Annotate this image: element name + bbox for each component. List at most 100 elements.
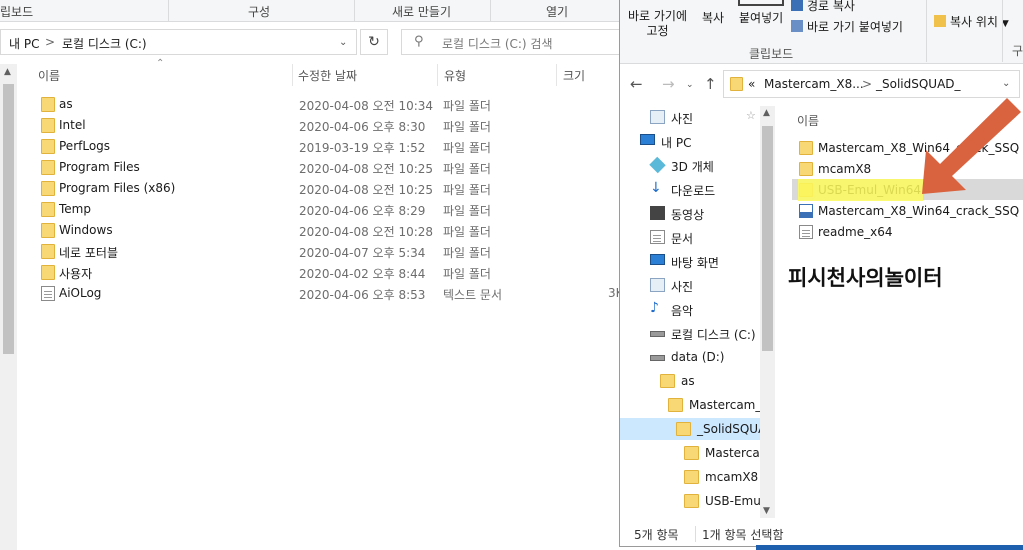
vertical-scrollbar[interactable]: ▲ bbox=[0, 64, 17, 550]
column-header-name[interactable]: 이름 bbox=[38, 67, 60, 85]
address-history-chevron-icon[interactable]: ⌄ bbox=[1002, 78, 1010, 89]
file-row[interactable]: PerfLogs 2019-03-19 오후 1:52 파일 폴더 bbox=[30, 136, 630, 157]
file-name: Mastercam_X8_Win64_crack_SSQ bbox=[818, 204, 1020, 218]
file-type: 파일 폴더 bbox=[443, 99, 491, 113]
copy-path-button[interactable]: 경로 복사 bbox=[791, 0, 855, 14]
ribbon-group-organize: 구성 bbox=[248, 5, 271, 19]
tree-item-label: 3D 개체 bbox=[671, 160, 714, 174]
drive-icon bbox=[650, 331, 665, 337]
copy-button[interactable]: 복사 bbox=[702, 9, 724, 26]
tree-item-label: 사진 bbox=[671, 112, 694, 126]
file-row[interactable]: Temp 2020-04-06 오후 8:29 파일 폴더 bbox=[30, 199, 630, 220]
breadcrumb-mastercam[interactable]: Mastercam_X8... bbox=[764, 77, 864, 91]
tree-item[interactable]: 로컬 디스크 (C:) bbox=[620, 322, 775, 344]
breadcrumb-separator: > bbox=[45, 35, 56, 49]
tree-item-label: 다운로드 bbox=[671, 184, 716, 198]
address-row: 내 PC > 로컬 디스크 (C:) ⌄ ↻ ⚲ 로컬 디스크 (C:) 검색 bbox=[0, 27, 640, 59]
ribbon-group-new: 새로 만들기 bbox=[392, 5, 452, 19]
column-header-date[interactable]: 수정한 날짜 bbox=[298, 67, 357, 85]
tree-item[interactable]: 사진 bbox=[620, 274, 775, 296]
file-row[interactable]: Program Files 2020-04-08 오전 10:25 파일 폴더 bbox=[30, 157, 630, 178]
tree-item-label: 내 PC bbox=[661, 136, 692, 150]
folder-icon bbox=[41, 97, 55, 112]
file-name: Windows bbox=[59, 223, 113, 237]
file-name: Program Files bbox=[59, 160, 140, 174]
pictures-icon bbox=[650, 110, 665, 124]
folder-icon bbox=[41, 118, 55, 133]
drive-icon bbox=[650, 355, 665, 361]
tree-item[interactable]: ↓ 다운로드 bbox=[620, 178, 775, 200]
tree-item[interactable]: 사진 ☆ bbox=[620, 106, 775, 128]
breadcrumb-solidsquad[interactable]: _SolidSQUAD_ bbox=[876, 77, 961, 91]
file-row[interactable]: Windows 2020-04-08 오전 10:28 파일 폴더 bbox=[30, 220, 630, 241]
tree-item[interactable]: 내 PC bbox=[620, 130, 775, 152]
document-icon bbox=[650, 230, 665, 244]
paste-icon bbox=[738, 0, 784, 6]
scrollbar-thumb[interactable] bbox=[3, 84, 14, 354]
forward-arrow-icon[interactable]: → bbox=[662, 75, 675, 93]
tree-item[interactable]: Mastercam_X bbox=[620, 394, 775, 416]
paste-button[interactable]: 붙여넣기 bbox=[739, 9, 783, 26]
pin-to-quick-access-button[interactable]: 바로 가기에 고정 bbox=[628, 9, 687, 39]
file-row[interactable]: 네로 포터블 2020-04-07 오후 5:34 파일 폴더 bbox=[30, 241, 630, 262]
file-date: 2020-04-06 오후 8:53 bbox=[299, 288, 426, 302]
tree-scrollbar[interactable]: ▲ ▼ bbox=[760, 106, 775, 518]
tree-item-label: 로컬 디스크 (C:) bbox=[671, 328, 756, 342]
search-input[interactable]: ⚲ 로컬 디스크 (C:) 검색 bbox=[401, 29, 631, 55]
file-type: 파일 폴더 bbox=[443, 204, 491, 218]
file-row[interactable]: Program Files (x86) 2020-04-08 오전 10:25 파일… bbox=[30, 178, 630, 199]
breadcrumb-separator: > bbox=[862, 77, 873, 91]
tree-item[interactable]: 바탕 화면 bbox=[620, 250, 775, 272]
scroll-up-icon[interactable]: ▲ bbox=[763, 108, 770, 118]
file-row[interactable]: as 2020-04-08 오전 10:34 파일 폴더 bbox=[30, 94, 630, 115]
copy-to-button[interactable]: 복사 위치 ▼ bbox=[934, 13, 1009, 30]
tree-item[interactable]: USB-Emul bbox=[620, 490, 775, 512]
file-type: 파일 폴더 bbox=[443, 162, 491, 176]
folder-icon bbox=[41, 265, 55, 280]
breadcrumb-c-drive[interactable]: 로컬 디스크 (C:) bbox=[62, 35, 147, 52]
taskbar-edge bbox=[756, 545, 1023, 550]
tree-item[interactable]: Mastercan bbox=[620, 442, 775, 464]
column-header-type[interactable]: 유형 bbox=[444, 67, 466, 85]
tree-item[interactable]: 동영상 bbox=[620, 202, 775, 224]
file-name: Temp bbox=[59, 202, 91, 216]
column-header-name[interactable]: 이름 bbox=[797, 112, 819, 129]
file-type: 파일 폴더 bbox=[443, 225, 491, 239]
refresh-icon[interactable]: ↻ bbox=[360, 29, 388, 55]
file-type: 파일 폴더 bbox=[443, 120, 491, 134]
pin-icon[interactable]: ☆ bbox=[746, 109, 756, 122]
tree-item-label: 동영상 bbox=[671, 208, 705, 222]
breadcrumb-this-pc[interactable]: 내 PC bbox=[9, 35, 39, 52]
column-header-size[interactable]: 크기 bbox=[563, 67, 585, 85]
back-arrow-icon[interactable]: ← bbox=[630, 75, 643, 93]
paste-shortcut-button[interactable]: 바로 가기 붙여넣기 bbox=[791, 18, 903, 35]
file-row[interactable]: AiOLog 2020-04-06 오후 8:53 텍스트 문서 3K bbox=[30, 283, 630, 304]
tree-item[interactable]: data (D:) bbox=[620, 346, 775, 368]
tree-item-label: 음악 bbox=[671, 304, 694, 318]
scroll-down-icon[interactable]: ▼ bbox=[763, 506, 770, 516]
tree-item[interactable]: _SolidSQUA bbox=[620, 418, 775, 440]
zip-icon bbox=[799, 204, 813, 218]
recent-locations-icon[interactable]: ⌄ bbox=[686, 80, 694, 90]
tree-item[interactable]: mcamX8 bbox=[620, 466, 775, 488]
tree-item[interactable]: ♪ 음악 bbox=[620, 298, 775, 320]
address-history-chevron-icon[interactable]: ⌄ bbox=[339, 37, 347, 48]
address-bar[interactable]: 내 PC > 로컬 디스크 (C:) ⌄ bbox=[0, 29, 357, 55]
folder-icon bbox=[41, 244, 55, 259]
item-count: 5개 항목 bbox=[634, 528, 679, 542]
tree-item[interactable]: 3D 개체 bbox=[620, 154, 775, 176]
pin-label-line2: 고정 bbox=[646, 24, 669, 38]
copy-to-label: 복사 위치 bbox=[950, 15, 998, 29]
scrollbar-thumb[interactable] bbox=[762, 126, 773, 351]
file-row[interactable]: 사용자 2020-04-02 오후 8:44 파일 폴더 bbox=[30, 262, 630, 283]
file-row[interactable]: readme_x64 bbox=[792, 221, 1023, 242]
music-icon: ♪ bbox=[650, 300, 659, 316]
file-row[interactable]: Intel 2020-04-06 오후 8:30 파일 폴더 bbox=[30, 115, 630, 136]
tree-item[interactable]: 문서 bbox=[620, 226, 775, 248]
tree-item[interactable]: as bbox=[620, 370, 775, 392]
clipboard-group-label: 클립보드 bbox=[749, 47, 794, 61]
up-arrow-icon[interactable]: ↑ bbox=[704, 75, 717, 93]
scroll-up-icon[interactable]: ▲ bbox=[4, 67, 11, 77]
breadcrumb-overflow[interactable]: « bbox=[748, 77, 755, 91]
pictures-icon bbox=[650, 278, 665, 292]
